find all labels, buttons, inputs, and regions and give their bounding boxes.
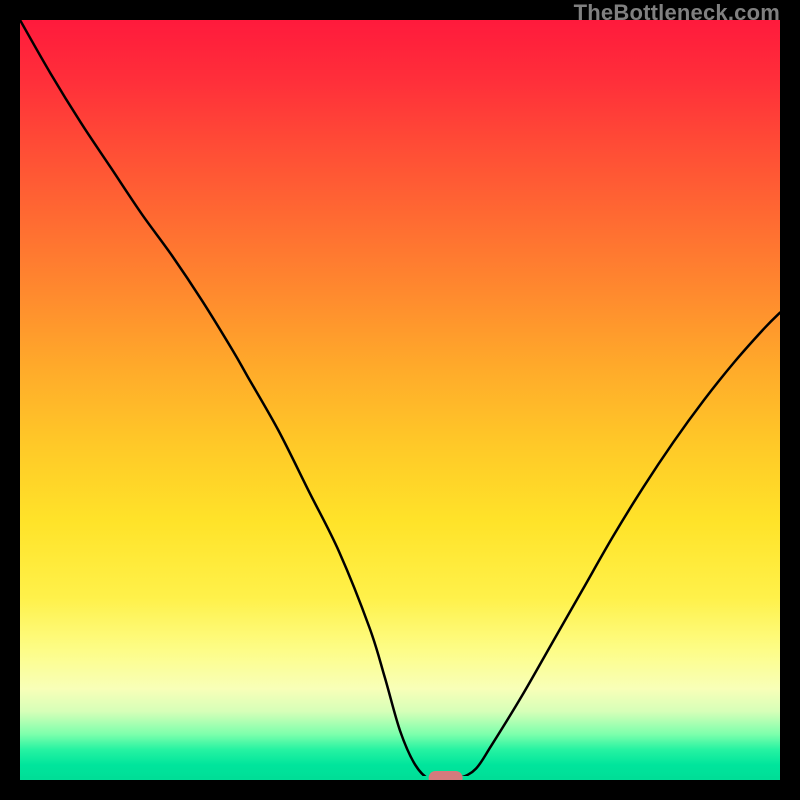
optimal-marker bbox=[429, 771, 463, 780]
chart-plot-area bbox=[20, 20, 780, 780]
chart-frame: TheBottleneck.com bbox=[0, 0, 800, 800]
bottleneck-curve bbox=[20, 20, 780, 780]
watermark-text: TheBottleneck.com bbox=[574, 0, 780, 26]
